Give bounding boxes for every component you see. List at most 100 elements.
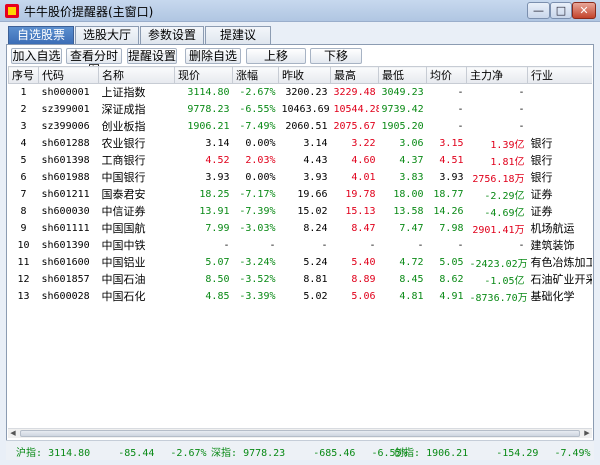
view-chart-button[interactable]: 查看分时图 [66, 48, 122, 77]
code-cell: sh000001 [41, 86, 90, 98]
industry-cell: 证券 [530, 188, 553, 201]
avg-cell: 18.77 [433, 188, 464, 200]
change-cell: -6.55% [239, 103, 276, 115]
table-row[interactable]: 13 sh600028 中国石化 4.85 -3.39% 5.02 5.06 4.81 4.91… [9, 288, 593, 305]
industry-cell [528, 118, 593, 135]
row-no-cell: 5 [20, 154, 27, 166]
tab-watchlist[interactable]: 自选股票 [8, 26, 74, 44]
alert-settings-button[interactable]: 提醒设置 [127, 48, 177, 64]
scroll-thumb[interactable] [20, 430, 580, 437]
avg-cell: 7.98 [439, 222, 464, 234]
tab-suggestion[interactable]: 提建议 [205, 26, 271, 44]
header-name[interactable]: 名称 [98, 66, 175, 84]
change-cell: -2.67% [239, 86, 276, 98]
high-cell: 3.22 [351, 137, 376, 149]
header-prev-close[interactable]: 昨收 [278, 66, 331, 84]
price-cell: 3.14 [205, 137, 230, 149]
prev-close-cell: 3.93 [303, 171, 328, 183]
table-row[interactable]: 2 sz399001 深证成指 9778.23 -6.55% 10463.69 10544.… [9, 101, 593, 118]
add-watch-button[interactable]: 加入自选 [11, 48, 62, 64]
high-cell: 3229.48 [333, 86, 376, 98]
table-row[interactable]: 3 sz399006 创业板指 1906.21 -7.49% 2060.51 2075.67… [9, 118, 593, 135]
low-cell: 7.47 [399, 222, 424, 234]
prev-close-cell: 19.66 [297, 188, 328, 200]
code-cell: sh601111 [41, 222, 90, 234]
header-high[interactable]: 最高 [330, 66, 379, 84]
row-no-cell: 8 [20, 205, 27, 217]
change-cell: -7.17% [239, 188, 276, 200]
low-cell: 1905.20 [381, 120, 424, 132]
table-row[interactable]: 7 sh601211 国泰君安 18.25 -7.17% 19.66 19.78 18.00 1… [9, 186, 593, 203]
header-main-flow[interactable]: 主力净 [466, 66, 528, 84]
status-sh-pct: -2.67% [170, 448, 207, 459]
table-row[interactable]: 9 sh601111 中国国航 7.99 -3.03% 8.24 8.47 7.47 7.98 2… [9, 220, 593, 237]
tab-stock-hall[interactable]: 选股大厅 [75, 26, 139, 44]
price-cell: 4.52 [205, 154, 230, 166]
maximize-button[interactable]: □ [550, 2, 572, 19]
table-row[interactable]: 11 sh601600 中国铝业 5.07 -3.24% 5.24 5.40 4.72 5.05… [9, 254, 592, 271]
avg-cell: 5.05 [439, 256, 464, 268]
table-row[interactable]: 10 sh601390 中国中铁 - - - - - - - 建筑装饰 [9, 237, 593, 254]
change-cell: -3.24% [239, 256, 276, 268]
change-cell: 0.00% [245, 171, 276, 183]
status-sh-change: -85.44 [118, 448, 155, 459]
change-cell: -3.52% [239, 273, 276, 285]
close-button[interactable]: ✕ [572, 2, 596, 19]
code-cell: sh600028 [41, 290, 90, 302]
table-row[interactable]: 6 sh601988 中国银行 3.93 0.00% 3.93 4.01 3.83 3.93 27… [9, 169, 593, 186]
header-industry[interactable]: 行业 [527, 66, 592, 84]
avg-cell: 3.15 [439, 137, 464, 149]
row-no-cell: 12 [17, 273, 30, 285]
header-price[interactable]: 现价 [174, 66, 233, 84]
row-no-cell: 10 [17, 239, 30, 251]
status-cy-change: -154.29 [496, 448, 539, 459]
status-sz-change: -685.46 [313, 448, 356, 459]
delete-watch-button[interactable]: 删除自选 [185, 48, 241, 64]
status-cy-index: 创指: 1906.21 -154.29 -7.49% [394, 444, 591, 459]
move-up-button[interactable]: 上移 [246, 48, 306, 64]
row-no-cell: 3 [20, 120, 27, 132]
high-cell: - [369, 239, 376, 251]
high-cell: 2075.67 [333, 120, 376, 132]
row-no-cell: 1 [20, 86, 27, 98]
price-cell: 3.93 [205, 171, 230, 183]
high-cell: 4.60 [351, 154, 376, 166]
main-flow-cell: -4.69亿 [484, 207, 525, 219]
avg-cell: - [457, 239, 464, 251]
name-cell: 中国石化 [101, 290, 146, 303]
header-code[interactable]: 代码 [38, 66, 99, 84]
change-cell: -3.39% [239, 290, 276, 302]
prev-close-cell: 4.43 [303, 154, 328, 166]
industry-cell: 银行 [530, 137, 553, 150]
header-low[interactable]: 最低 [378, 66, 427, 84]
row-no-cell: 6 [20, 171, 27, 183]
scroll-right-icon[interactable]: ▶ [582, 429, 592, 438]
tab-settings[interactable]: 参数设置 [140, 26, 204, 44]
header-avg[interactable]: 均价 [426, 66, 467, 84]
move-down-button[interactable]: 下移 [310, 48, 362, 64]
prev-close-cell: 5.24 [303, 256, 328, 268]
table-row[interactable]: 5 sh601398 工商银行 4.52 2.03% 4.43 4.60 4.37 4.51 1.… [9, 152, 593, 169]
avg-cell: - [457, 103, 464, 115]
header-no[interactable]: 序号 [8, 66, 39, 84]
row-no-cell: 4 [20, 137, 27, 149]
main-flow-cell: 1.81亿 [490, 156, 525, 168]
table-row[interactable]: 4 sh601288 农业银行 3.14 0.00% 3.14 3.22 3.06 3.15 1.… [9, 135, 593, 152]
table-row[interactable]: 12 sh601857 中国石油 8.50 -3.52% 8.81 8.89 8.45 8.62… [9, 271, 592, 288]
prev-close-cell: 15.02 [297, 205, 328, 217]
minimize-button[interactable]: — [527, 2, 550, 19]
header-change[interactable]: 涨幅 [232, 66, 279, 84]
high-cell: 5.40 [351, 256, 376, 268]
avg-cell: - [457, 86, 464, 98]
change-cell: -3.03% [239, 222, 276, 234]
table-row[interactable]: 8 sh600030 中信证券 13.91 -7.39% 15.02 15.13 13.58 1… [9, 203, 593, 220]
change-cell: 2.03% [245, 154, 276, 166]
industry-cell [528, 101, 593, 118]
horizontal-scrollbar[interactable]: ◀ ▶ [8, 428, 592, 438]
scroll-left-icon[interactable]: ◀ [8, 429, 18, 438]
change-cell: 0.00% [245, 137, 276, 149]
high-cell: 19.78 [345, 188, 376, 200]
window-title: 牛牛股价提醒器(主窗口) [24, 5, 154, 19]
row-no-cell: 7 [20, 188, 27, 200]
table-row[interactable]: 1 sh000001 上证指数 3114.80 -2.67% 3200.23 3229.48… [9, 84, 593, 101]
